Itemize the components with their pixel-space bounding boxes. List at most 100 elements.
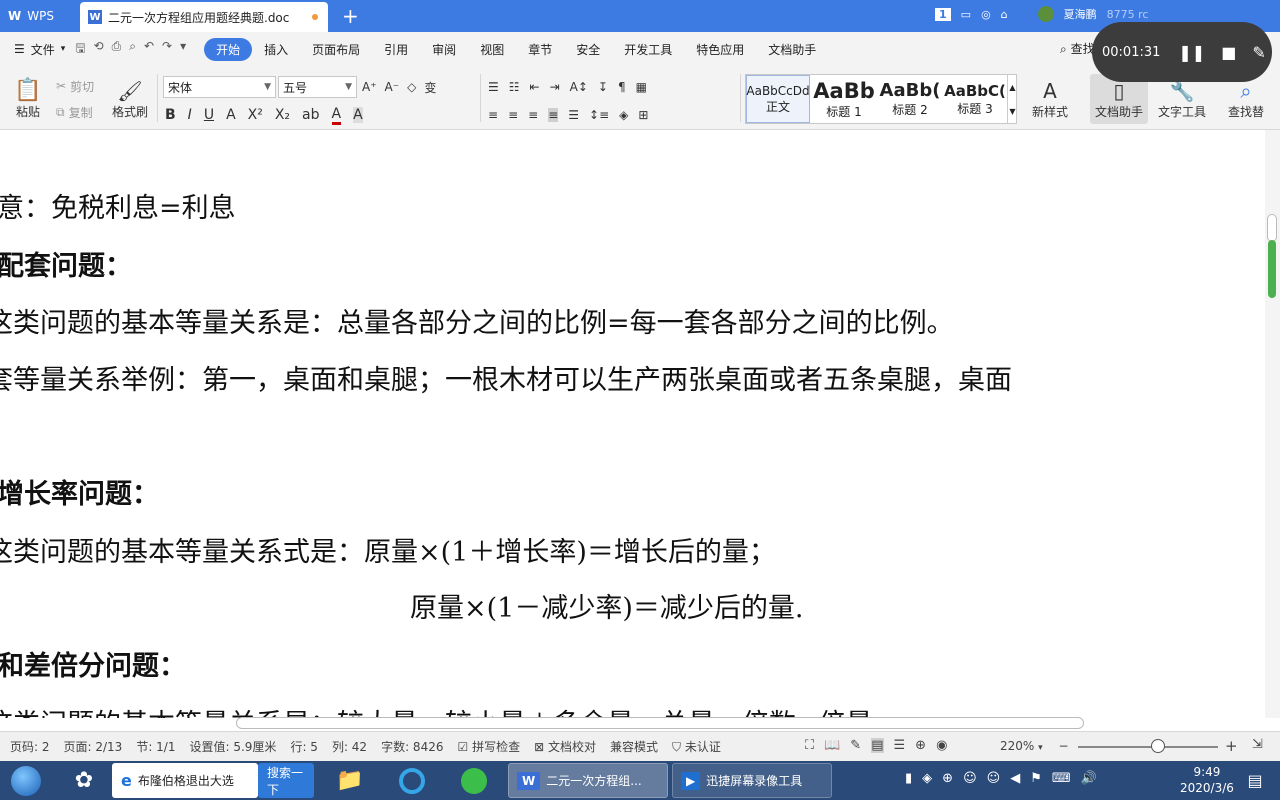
- style-heading-2[interactable]: AaBb( 标题 2: [878, 75, 942, 123]
- status-position[interactable]: 设置值: 5.9厘米: [189, 738, 276, 755]
- sort-icon[interactable]: ↧: [598, 80, 608, 94]
- tab-doc-helper[interactable]: 文档助手: [756, 37, 828, 62]
- zoom-slider[interactable]: [1078, 746, 1218, 748]
- style-gallery-scroll[interactable]: ▲ ▼: [1007, 75, 1017, 123]
- network-icon[interactable]: ⌨: [1052, 771, 1071, 786]
- align-justify-icon[interactable]: ≡: [548, 108, 559, 122]
- align-left-icon[interactable]: ≡: [488, 108, 498, 122]
- spell-check-toggle[interactable]: ☑ 拼写检查: [457, 738, 520, 755]
- wps-task[interactable]: W 二元一次方程组...: [508, 763, 668, 798]
- qq2-icon[interactable]: ☺: [987, 771, 1001, 786]
- numbering-icon[interactable]: ☷: [509, 80, 520, 94]
- italic-icon[interactable]: I: [188, 107, 192, 123]
- file-menu[interactable]: ☰ 文件 ▾: [0, 41, 75, 58]
- explorer-button[interactable]: 📁: [330, 764, 370, 797]
- zoom-level[interactable]: 220% ▾ −: [1000, 739, 1069, 753]
- print-icon[interactable]: ⎙: [112, 39, 122, 60]
- tab-references[interactable]: 引用: [372, 37, 420, 62]
- pen-icon[interactable]: ✎: [1252, 43, 1265, 62]
- doc-proof-button[interactable]: ⊠ 文档校对: [534, 738, 596, 755]
- window-list-icon[interactable]: ▭: [961, 8, 971, 21]
- flag-icon[interactable]: ⚑: [1030, 771, 1042, 786]
- zoom-in-icon[interactable]: +: [1225, 737, 1238, 755]
- eye-protect-icon[interactable]: ◉: [936, 738, 947, 753]
- font-color-icon[interactable]: A: [331, 106, 342, 125]
- volume-mute-icon[interactable]: ◀: [1010, 771, 1020, 786]
- status-page-of[interactable]: 页面: 2/13: [64, 738, 123, 755]
- pinned-app-1[interactable]: ✿: [64, 764, 104, 797]
- certify-status[interactable]: ⛉ 未认证: [672, 738, 721, 755]
- distributed-icon[interactable]: ☰: [568, 108, 579, 122]
- page-count-badge[interactable]: 1: [935, 7, 951, 21]
- subscript-icon[interactable]: X₂: [275, 107, 290, 123]
- tab-security[interactable]: 安全: [564, 37, 612, 62]
- start-button[interactable]: [6, 764, 46, 797]
- shrink-font-icon[interactable]: A⁻: [385, 80, 400, 94]
- search-command[interactable]: ⌕ 查找: [1060, 40, 1095, 57]
- fullscreen-icon[interactable]: ⛶: [805, 738, 814, 753]
- fit-page-icon[interactable]: ⇲: [1252, 737, 1263, 752]
- pause-icon[interactable]: ❚❚: [1178, 43, 1205, 62]
- print-preview-icon[interactable]: ⌕: [129, 39, 136, 60]
- shading-icon[interactable]: ◈: [619, 108, 628, 122]
- network-app-icon[interactable]: ◈: [922, 771, 932, 786]
- underline-icon[interactable]: U: [204, 107, 214, 123]
- text-direction-icon[interactable]: A↕: [570, 80, 588, 94]
- page-view-icon[interactable]: ▤: [871, 738, 884, 753]
- refresh-app-button[interactable]: [454, 764, 494, 797]
- superscript-icon[interactable]: X²: [248, 107, 263, 123]
- tab-insert[interactable]: 插入: [252, 37, 300, 62]
- notification-button[interactable]: ▤: [1240, 764, 1270, 797]
- recorder-task[interactable]: ▶ 迅捷屏幕录像工具: [672, 763, 832, 798]
- status-section[interactable]: 节: 1/1: [136, 738, 175, 755]
- security-icon[interactable]: ⊕: [942, 771, 953, 786]
- avatar[interactable]: [1037, 6, 1054, 22]
- style-heading-3[interactable]: AaBbC( 标题 3: [944, 75, 1006, 123]
- sync-icon[interactable]: ◎: [981, 8, 991, 21]
- table-grid-icon[interactable]: ▦: [636, 80, 647, 94]
- status-page-num[interactable]: 页码: 2: [10, 738, 50, 755]
- battery-icon[interactable]: ▮: [905, 771, 912, 786]
- tab-special[interactable]: 特色应用: [684, 37, 756, 62]
- redo-icon[interactable]: ↷: [162, 39, 172, 60]
- system-clock[interactable]: 9:49 2020/3/6: [1180, 764, 1234, 796]
- phonetic-icon[interactable]: 变: [424, 79, 436, 96]
- style-heading-1[interactable]: AaBb 标题 1: [812, 75, 876, 123]
- cut-button[interactable]: ✂ 剪切: [56, 76, 94, 96]
- ie-task[interactable]: e 布隆伯格退出大选: [112, 763, 258, 798]
- speaker-icon[interactable]: 🔊: [1081, 771, 1097, 786]
- grow-font-icon[interactable]: A⁺: [362, 80, 377, 94]
- new-tab-button[interactable]: +: [342, 4, 359, 28]
- paste-button[interactable]: 📋 粘贴: [8, 74, 48, 124]
- document-tab[interactable]: W 二元一次方程组应用题经典题.doc: [80, 2, 328, 32]
- web-view-icon[interactable]: ⊕: [915, 738, 926, 753]
- search-button[interactable]: 搜索一下: [258, 763, 314, 798]
- decrease-indent-icon[interactable]: ⇤: [530, 80, 540, 94]
- qq-icon[interactable]: ☺: [963, 771, 977, 786]
- tab-developer[interactable]: 开发工具: [612, 37, 684, 62]
- customize-icon[interactable]: ▾: [180, 39, 186, 60]
- vertical-scroll-thumb[interactable]: [1267, 214, 1277, 242]
- highlight-icon[interactable]: ab: [302, 107, 319, 123]
- tab-home[interactable]: 开始: [204, 37, 253, 61]
- convert-icon[interactable]: ⟲: [94, 39, 104, 60]
- browser-button[interactable]: [392, 764, 432, 797]
- undo-icon[interactable]: ↶: [144, 39, 154, 60]
- horizontal-scrollbar[interactable]: [236, 717, 1084, 729]
- borders-icon[interactable]: ⊞: [638, 108, 648, 122]
- format-painter-button[interactable]: 🖌 格式刷: [108, 74, 152, 124]
- style-normal[interactable]: AaBbCcDd 正文: [746, 75, 810, 123]
- save-icon[interactable]: 🖫: [75, 39, 85, 60]
- outline-view-icon[interactable]: ☰: [894, 738, 906, 753]
- tab-page-layout[interactable]: 页面布局: [300, 37, 372, 62]
- show-marks-icon[interactable]: ¶: [618, 80, 626, 94]
- bold-icon[interactable]: B: [165, 107, 176, 123]
- stop-icon[interactable]: ■: [1221, 43, 1236, 62]
- font-size-select[interactable]: 五号 ▼: [278, 76, 357, 98]
- copy-button[interactable]: ⧉ 复制: [56, 102, 93, 122]
- line-spacing-icon[interactable]: ↕≡: [589, 108, 609, 122]
- new-style-button[interactable]: A 新样式: [1026, 74, 1074, 124]
- clear-format-icon[interactable]: ◇: [407, 80, 416, 94]
- bullets-icon[interactable]: ☰: [488, 80, 499, 94]
- user-name[interactable]: 夏海鹏: [1064, 6, 1097, 22]
